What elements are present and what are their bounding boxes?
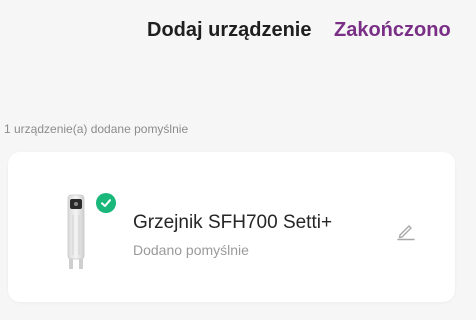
device-card: Grzejnik SFH700 Setti+ Dodano pomyślnie	[8, 152, 455, 302]
check-circle-icon	[96, 193, 116, 213]
device-status: Dodano pomyślnie	[133, 242, 249, 258]
heater-icon	[62, 193, 90, 271]
header-bar: Dodaj urządzenie Zakończono	[0, 0, 476, 62]
page-title: Dodaj urządzenie	[147, 19, 312, 41]
summary-text: 1 urządzenie(a) dodane pomyślnie	[4, 122, 189, 136]
device-name: Grzejnik SFH700 Setti+	[133, 212, 333, 233]
pencil-icon[interactable]	[394, 218, 418, 242]
done-button[interactable]: Zakończono	[334, 19, 451, 42]
